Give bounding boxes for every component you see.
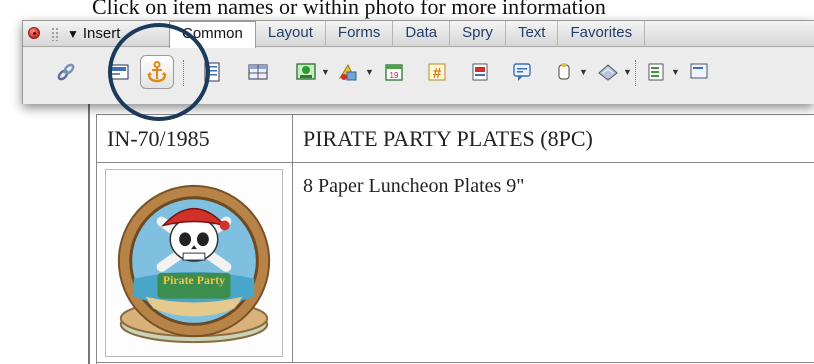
highlight-circle	[108, 23, 210, 121]
templates-icon[interactable]	[595, 59, 621, 85]
page-instructions: Click on item names or within photo for …	[92, 0, 606, 19]
svg-text:#: #	[433, 65, 442, 82]
product-table: IN-70/1985 PIRATE PARTY PLATES (8PC) Pir…	[96, 114, 814, 364]
item-name-link[interactable]: PIRATE PARTY PLATES (8PC)	[303, 126, 593, 152]
hyperlink-icon[interactable]	[53, 59, 79, 85]
tag-chooser-dropdown-icon[interactable]: ▼	[671, 68, 680, 77]
pirate-plates-image: Pirate Party	[117, 184, 271, 344]
widget-icon[interactable]	[685, 59, 711, 85]
page-border	[88, 100, 90, 364]
tab-layout[interactable]: Layout	[256, 21, 326, 47]
toolbar-separator	[635, 60, 636, 86]
tab-favorites[interactable]: Favorites	[558, 21, 646, 47]
image-icon[interactable]	[293, 59, 319, 85]
product-photo[interactable]: Pirate Party	[105, 169, 283, 357]
media-icon[interactable]	[335, 59, 361, 85]
tab-forms[interactable]: Forms	[326, 21, 394, 47]
panel-grip-icon[interactable]	[51, 27, 59, 41]
item-description-cell: 8 Paper Luncheon Plates 9"	[293, 163, 814, 363]
item-description: 8 Paper Luncheon Plates 9"	[303, 175, 525, 197]
media-dropdown-icon[interactable]: ▼	[365, 68, 374, 77]
item-number: IN-70/1985	[107, 126, 210, 151]
tab-data[interactable]: Data	[393, 21, 451, 47]
tag-chooser-icon[interactable]	[643, 59, 669, 85]
server-side-include-icon[interactable]: #	[424, 59, 450, 85]
disclosure-triangle-icon: ▼	[67, 27, 79, 41]
item-photo-cell[interactable]: Pirate Party	[97, 163, 293, 363]
insert-panel-toggle[interactable]: ▼ Insert	[67, 25, 120, 42]
date-icon[interactable]: 19	[381, 59, 407, 85]
close-panel-icon[interactable]	[28, 27, 40, 39]
item-number-cell: IN-70/1985	[97, 115, 293, 163]
script-dropdown-icon[interactable]: ▼	[579, 68, 588, 77]
script-icon[interactable]	[551, 59, 577, 85]
templates-dropdown-icon[interactable]: ▼	[623, 68, 632, 77]
item-name-cell[interactable]: PIRATE PARTY PLATES (8PC)	[293, 115, 814, 163]
head-icon[interactable]	[467, 59, 493, 85]
image-dropdown-icon[interactable]: ▼	[321, 68, 330, 77]
tab-spry[interactable]: Spry	[450, 21, 506, 47]
insert-category-tabs: Common Layout Forms Data Spry Text Favor…	[169, 21, 646, 49]
svg-text:19: 19	[390, 71, 399, 80]
tab-text[interactable]: Text	[506, 21, 559, 47]
table-icon[interactable]	[245, 59, 271, 85]
comment-icon[interactable]	[509, 59, 535, 85]
insert-panel-title: Insert	[82, 25, 121, 42]
photo-caption: Pirate Party	[163, 273, 225, 287]
